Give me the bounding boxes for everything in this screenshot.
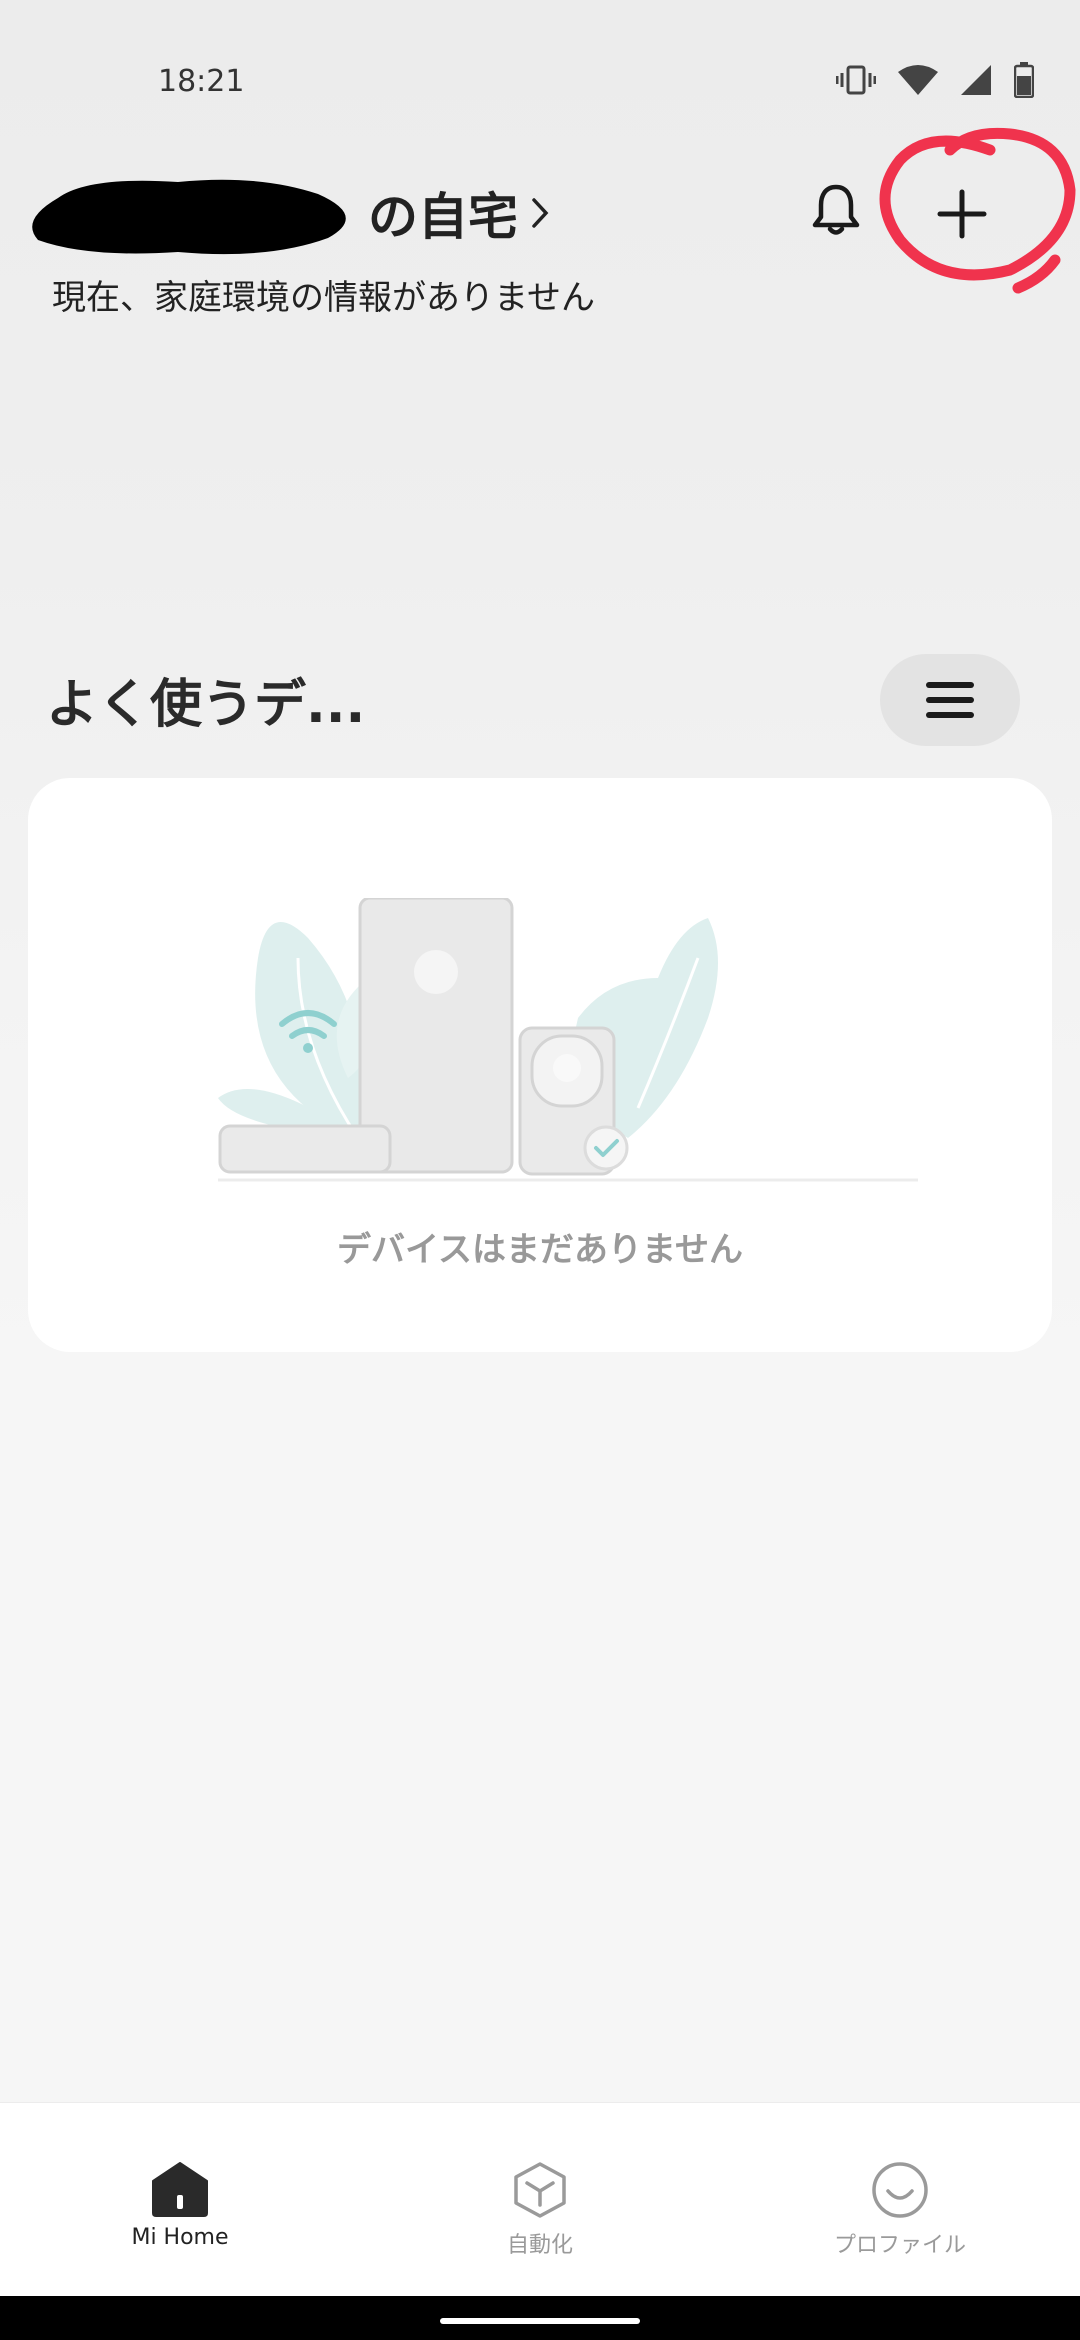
plus-icon [937, 189, 987, 239]
home-selector[interactable]: の自宅 [28, 168, 550, 258]
vibrate-icon [836, 65, 876, 95]
chevron-right-icon [532, 198, 549, 228]
nav-label-profile: プロファイル [833, 2233, 966, 2258]
home-title: の自宅 [368, 188, 518, 246]
signal-icon [961, 65, 991, 95]
home-indicator[interactable] [440, 2318, 640, 2324]
nav-tab-mi-home[interactable]: Mi Home [60, 2161, 300, 2250]
nav-label-mi-home: Mi Home [131, 2225, 229, 2250]
favorites-menu-button[interactable] [880, 654, 1020, 746]
redacted-home-name [28, 168, 358, 258]
bell-icon [812, 184, 860, 235]
empty-devices-message: デバイスはまだありません [337, 1230, 743, 1270]
home-icon [152, 2162, 208, 2217]
profile-smile-icon [872, 2162, 928, 2218]
notification-button[interactable] [806, 180, 866, 240]
battery-icon [1014, 62, 1034, 98]
home-subtitle: 現在、家庭環境の情報がありません [52, 278, 595, 318]
nav-tab-automation[interactable]: 自動化 [420, 2161, 660, 2259]
empty-devices-illustration [218, 898, 918, 1182]
nav-label-automation: 自動化 [506, 2233, 573, 2258]
bottom-navigation: Mi Home 自動化 プロファイル [0, 2102, 1080, 2297]
status-time: 18:21 [158, 64, 245, 99]
wifi-icon [898, 65, 938, 95]
nav-tab-profile[interactable]: プロファイル [780, 2161, 1020, 2259]
automation-cube-icon [514, 2162, 566, 2218]
favorites-title: よく使うデ... [46, 675, 366, 735]
device-list-card: デバイスはまだありません [28, 778, 1052, 1352]
hamburger-icon [926, 682, 974, 718]
status-icons [836, 58, 1034, 102]
add-device-button[interactable] [924, 176, 1000, 252]
